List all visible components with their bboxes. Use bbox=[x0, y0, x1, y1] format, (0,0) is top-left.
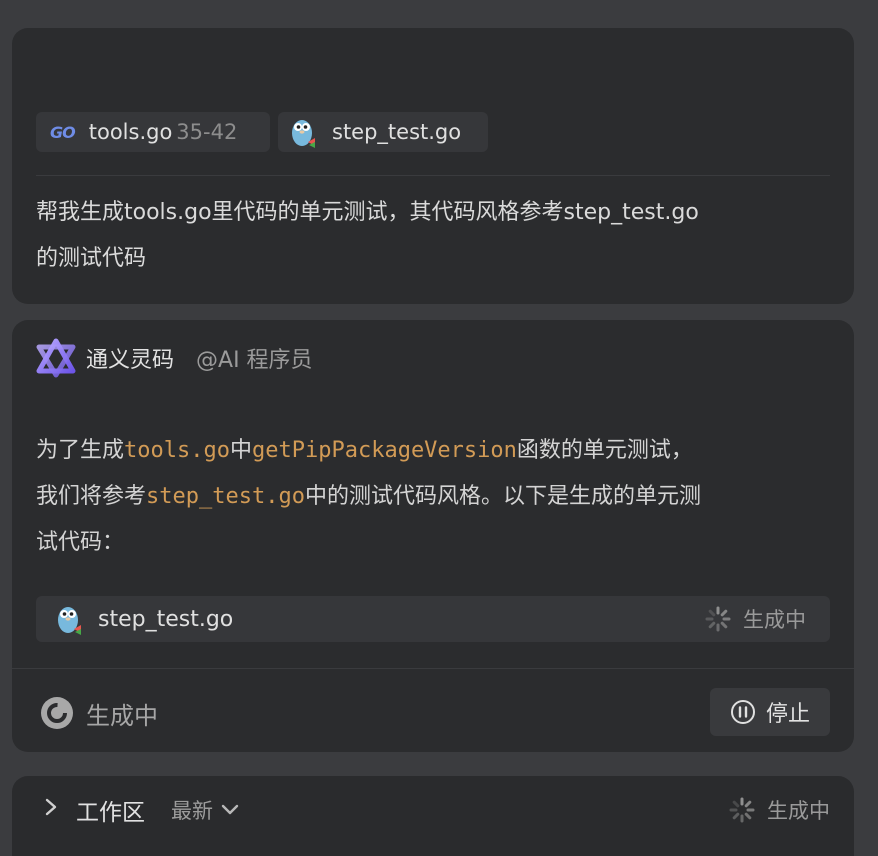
user-message-card: GO tools.go 35-42 step_test.go 帮我生成tools… bbox=[12, 28, 854, 304]
generating-status: 生成中 bbox=[705, 596, 806, 642]
stop-button-label: 停止 bbox=[765, 702, 810, 727]
assistant-response-card: 通义灵码 @AI 程序员 为了生成tools.go中getPipPackageV… bbox=[12, 320, 854, 752]
workspace-title: 工作区 bbox=[76, 800, 145, 826]
spinner-icon bbox=[729, 797, 755, 823]
workspace-status-label: 生成中 bbox=[767, 799, 830, 823]
chevron-down-icon[interactable] bbox=[221, 804, 239, 816]
loading-icon bbox=[41, 697, 73, 729]
tongyi-logo-icon bbox=[36, 338, 76, 378]
generating-file-row[interactable]: step_test.go 生成中 bbox=[36, 596, 830, 642]
msg-text: 中的测试代码风格。以下是生成的单元测 bbox=[304, 484, 701, 509]
user-message-text: 帮我生成tools.go里代码的单元测试，其代码风格参考step_test.go… bbox=[36, 190, 836, 282]
user-message-line: 帮我生成tools.go里代码的单元测试，其代码风格参考step_test.go bbox=[36, 200, 699, 225]
msg-text: 中 bbox=[229, 438, 252, 463]
msg-text: 试代码： bbox=[36, 530, 125, 555]
workspace-header[interactable]: 工作区 最新 生成中 bbox=[44, 790, 830, 830]
gopher-icon bbox=[290, 116, 316, 148]
workspace-panel: 工作区 最新 生成中 bbox=[12, 776, 854, 856]
msg-text: 为了生成 bbox=[36, 438, 125, 463]
divider bbox=[12, 668, 854, 669]
go-logo-icon: GO bbox=[50, 122, 76, 142]
stop-button[interactable]: 停止 bbox=[710, 688, 830, 736]
assistant-header: 通义灵码 @AI 程序员 bbox=[36, 338, 313, 378]
footer-status-label: 生成中 bbox=[86, 701, 158, 730]
generating-file-name: step_test.go bbox=[98, 606, 234, 632]
pause-icon bbox=[730, 700, 755, 724]
user-message-line: 的测试代码 bbox=[36, 246, 147, 271]
assistant-message-text: 为了生成tools.go中getPipPackageVersion函数的单元测试… bbox=[36, 428, 836, 566]
assistant-name: 通义灵码 bbox=[86, 348, 175, 373]
workspace-status: 生成中 bbox=[729, 795, 830, 825]
file-chip-step-test-go[interactable]: step_test.go bbox=[278, 112, 488, 152]
footer-generating-status: 生成中 bbox=[40, 692, 158, 734]
generating-status-label: 生成中 bbox=[743, 608, 806, 632]
inline-code: getPipPackageVersion bbox=[252, 438, 517, 463]
gopher-icon bbox=[56, 603, 82, 635]
msg-text: 我们将参考 bbox=[36, 484, 147, 509]
spinner-icon bbox=[705, 606, 731, 632]
file-chip-line-range: 35-42 bbox=[176, 120, 238, 144]
inline-code: step_test.go bbox=[146, 484, 305, 509]
divider bbox=[36, 175, 830, 176]
workspace-filter[interactable]: 最新 bbox=[171, 795, 213, 825]
assistant-role: @AI 程序员 bbox=[196, 348, 313, 373]
file-chip-name: step_test.go bbox=[332, 120, 462, 144]
inline-code: tools.go bbox=[124, 438, 230, 463]
msg-text: 函数的单元测试， bbox=[516, 438, 693, 463]
file-chip-tools-go[interactable]: GO tools.go 35-42 bbox=[36, 112, 270, 152]
chevron-right-icon[interactable] bbox=[44, 797, 58, 823]
file-chip-name: tools.go bbox=[88, 120, 173, 144]
